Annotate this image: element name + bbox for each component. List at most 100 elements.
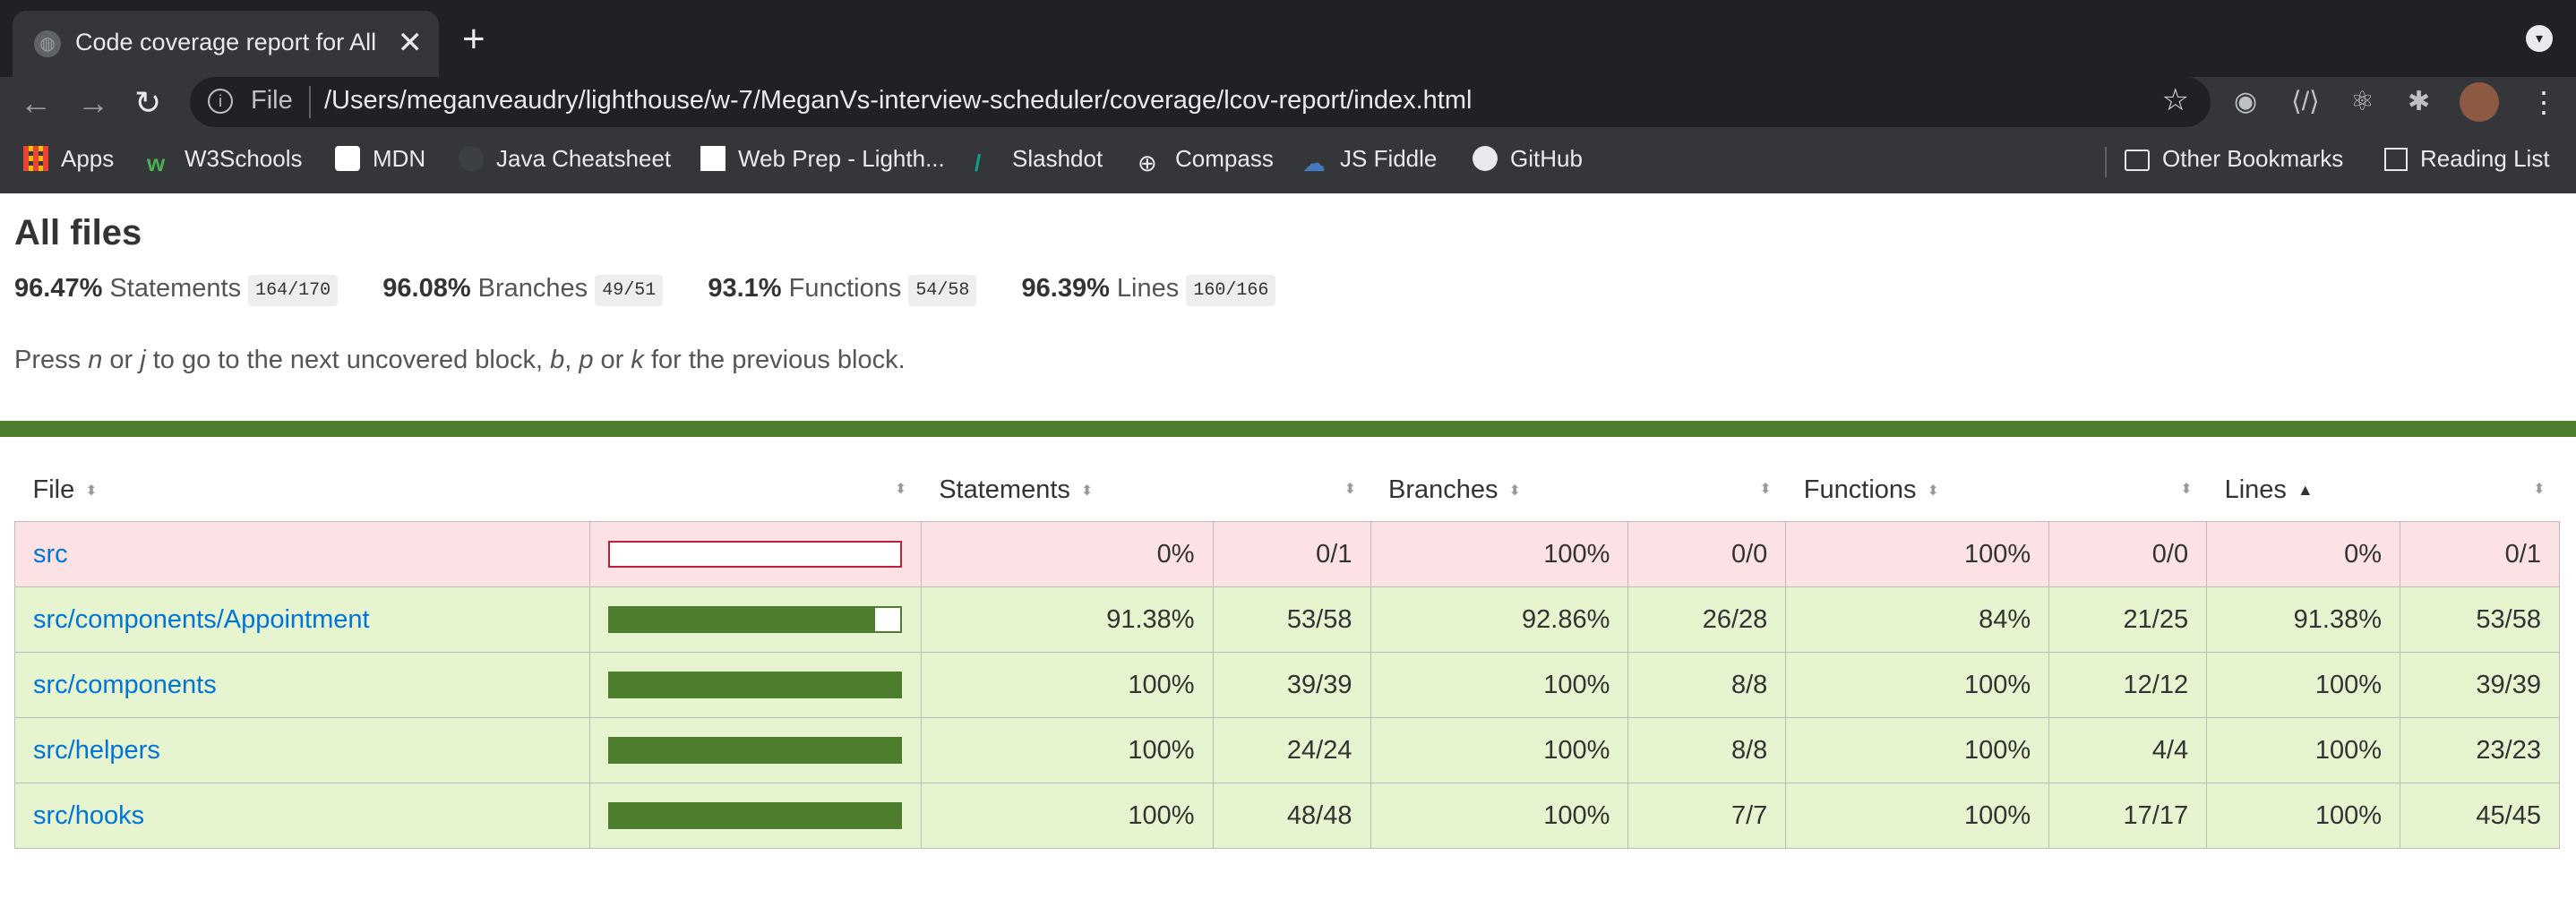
reload-icon[interactable]: ↻ (134, 82, 161, 124)
table-row: src/components/Appointment 91.38% 53/58 … (14, 586, 2560, 653)
statements-pct: 0% (920, 521, 1214, 587)
code-extension-icon[interactable]: ⟨/⟩ (2291, 84, 2320, 120)
functions-frac: 17/17 (2048, 783, 2208, 849)
slashdot-icon: / (975, 150, 982, 176)
table-row: src/hooks 100% 48/48 100% 7/7 100% 17/17… (14, 783, 2560, 849)
forward-icon[interactable]: → (77, 82, 109, 124)
branches-frac: 0/0 (1627, 521, 1787, 587)
coverage-report-page: All files 96.47% Statements 164/170 96.0… (0, 193, 2576, 924)
coverage-bar (607, 541, 902, 568)
file-cell: src (14, 521, 590, 587)
menu-kebab-icon[interactable]: ⋮ (2529, 82, 2558, 122)
bookmark-mdn[interactable]: MDN (335, 145, 425, 173)
bookmark-github[interactable]: GitHub (1473, 145, 1583, 173)
functions-pct: 100% (1785, 783, 2050, 849)
header-functions-raw[interactable]: ⬍ (2049, 458, 2207, 522)
sort-icon: ⬍ (1344, 482, 1356, 497)
divider (309, 86, 311, 118)
file-link[interactable]: src/components/Appointment (33, 605, 370, 634)
file-link[interactable]: src/components (33, 671, 217, 699)
bookmark-jsfiddle[interactable]: ☁ JS Fiddle (1302, 145, 1437, 176)
file-cell: src/hooks (14, 783, 590, 849)
statements-pct: 91.38% (920, 586, 1214, 653)
lines-frac: 53/58 (2400, 586, 2560, 653)
functions-pct: 84% (1785, 586, 2050, 653)
active-tab[interactable]: ◍ Code coverage report for All files ✕ (13, 11, 439, 77)
coverage-bar (607, 802, 902, 829)
header-file[interactable]: File ⬍ (15, 458, 590, 522)
table-row: src/components 100% 39/39 100% 8/8 100% … (14, 652, 2560, 718)
cloud-icon: ☁ (1302, 150, 1326, 176)
reading-list[interactable]: Reading List (2384, 145, 2550, 173)
back-icon[interactable]: ← (20, 82, 52, 124)
file-link[interactable]: src (33, 540, 68, 569)
branches-pct: 100% (1370, 717, 1629, 783)
lines-pct: 91.38% (2206, 586, 2400, 653)
coverage-summary: 96.47% Statements 164/170 96.08% Branche… (14, 274, 1313, 306)
coverage-bar-cell (588, 652, 922, 718)
header-branches[interactable]: Branches ⬍ (1370, 458, 1628, 522)
functions-frac: 21/25 (2048, 586, 2208, 653)
bookmark-web-prep[interactable]: Web Prep - Lighth... (700, 145, 945, 173)
page-title: All files (14, 213, 142, 252)
bookmark-compass[interactable]: ⊕ Compass (1138, 145, 1274, 176)
keyboard-hint: Press n or j to go to the next uncovered… (14, 346, 906, 374)
header-statements-raw[interactable]: ⬍ (1213, 458, 1370, 522)
branches-pct: 92.86% (1370, 586, 1629, 653)
profile-avatar[interactable] (2460, 82, 2499, 122)
sort-icon: ⬍ (1508, 483, 1521, 499)
tab-title: Code coverage report for All files (75, 29, 380, 56)
header-lines[interactable]: Lines ▲ (2207, 458, 2400, 522)
lines-pct: 0% (2206, 521, 2400, 587)
lines-pct: 100% (2206, 783, 2400, 849)
sort-ascending-icon: ▲ (2297, 480, 2314, 499)
spy-extension-icon[interactable]: ◉ (2234, 84, 2257, 120)
lines-pct: 100% (2206, 717, 2400, 783)
header-lines-raw[interactable]: ⬍ (2400, 458, 2560, 522)
file-link[interactable]: src/helpers (33, 736, 160, 765)
folder-icon (2125, 150, 2150, 171)
other-bookmarks-folder[interactable]: Other Bookmarks (2125, 145, 2343, 173)
functions-frac: 0/0 (2048, 521, 2208, 587)
header-functions[interactable]: Functions ⬍ (1786, 458, 2049, 522)
lines-frac: 39/39 (2400, 652, 2560, 718)
statements-pct: 100% (920, 717, 1214, 783)
coverage-table: File ⬍ ⬍ Statements ⬍ ⬍ Branches ⬍ ⬍ Functi… (14, 458, 2560, 849)
github-icon (1473, 146, 1498, 171)
statements-frac: 39/39 (1212, 652, 1371, 718)
bookmark-star-icon[interactable]: ☆ (2162, 82, 2189, 118)
sort-icon: ⬍ (1759, 482, 1772, 497)
globe-icon: ◍ (34, 30, 61, 57)
functions-frac: 12/12 (2048, 652, 2208, 718)
lines-pct: 100% (2206, 652, 2400, 718)
w3schools-icon: w (147, 150, 166, 176)
summary-lines: 96.39% Lines 160/166 (1022, 274, 1276, 306)
functions-frac: 4/4 (2048, 717, 2208, 783)
table-row: src 0% 0/1 100% 0/0 100% 0/0 0% 0/1 (14, 521, 2560, 587)
close-tab-icon[interactable]: ✕ (398, 25, 424, 61)
sort-icon: ⬍ (1080, 483, 1094, 499)
info-icon[interactable]: i (208, 89, 233, 114)
tab-search-icon[interactable]: ▾ (2526, 25, 2553, 52)
bookmark-apps[interactable]: Apps (23, 145, 114, 173)
address-bar[interactable]: i File /Users/meganveaudry/lighthouse/w-… (190, 77, 2211, 127)
coverage-bar-cell (588, 586, 922, 653)
bookmark-w3schools[interactable]: w W3Schools (147, 145, 303, 176)
statements-frac: 48/48 (1212, 783, 1371, 849)
file-link[interactable]: src/hooks (33, 801, 144, 830)
coverage-bar-cell (588, 521, 922, 587)
sort-icon: ⬍ (894, 482, 907, 497)
statements-frac: 0/1 (1212, 521, 1371, 587)
apps-grid-icon (23, 146, 48, 171)
header-statements[interactable]: Statements ⬍ (921, 458, 1213, 522)
sort-icon: ⬍ (1927, 483, 1939, 499)
new-tab-button[interactable]: + (462, 18, 485, 61)
header-branches-raw[interactable]: ⬍ (1628, 458, 1786, 522)
url-text[interactable]: /Users/meganveaudry/lighthouse/w-7/Megan… (324, 86, 1472, 116)
bookmark-slashdot[interactable]: / Slashdot (975, 145, 1103, 176)
extensions-puzzle-icon[interactable]: ✱ (2408, 84, 2430, 120)
bookmark-java-cheatsheet[interactable]: Java Cheatsheet (459, 145, 671, 173)
bookmarks-bar: Apps w W3Schools MDN Java Cheatsheet Web … (0, 129, 2576, 193)
header-bar[interactable]: ⬍ (589, 458, 921, 522)
react-devtools-icon[interactable]: ⚛ (2350, 84, 2374, 120)
